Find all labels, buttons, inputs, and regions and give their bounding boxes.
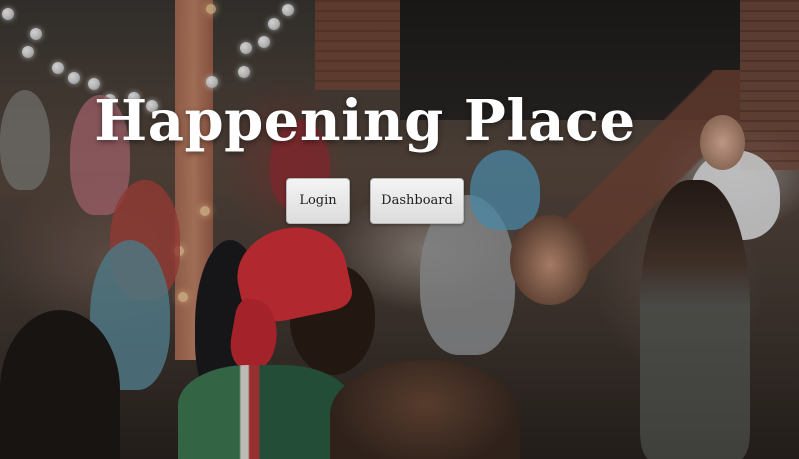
dashboard-button[interactable]: Dashboard <box>370 178 464 224</box>
hero-overlay <box>0 0 799 459</box>
page-title: Happening Place <box>94 88 636 154</box>
login-button[interactable]: Login <box>286 178 350 224</box>
hero-background <box>0 0 799 459</box>
